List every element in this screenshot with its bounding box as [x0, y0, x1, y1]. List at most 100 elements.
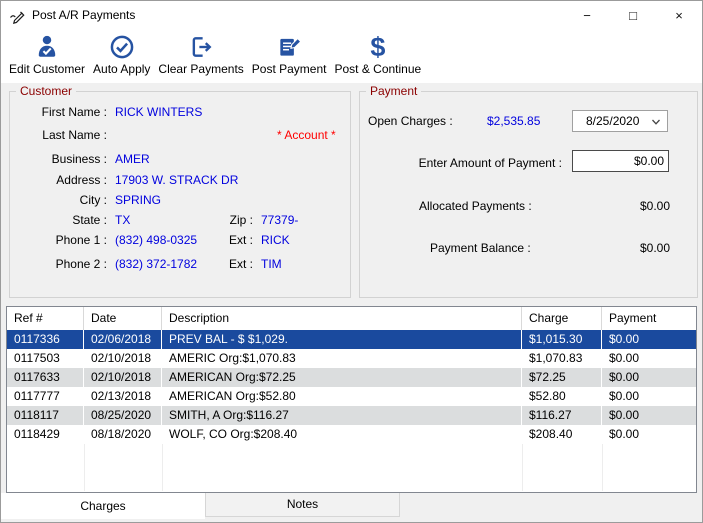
payment-cell: $0.00: [609, 332, 640, 346]
table-row[interactable]: 0117503 02/10/2018 AMERIC Org:$1,070.83 …: [7, 349, 696, 368]
ref-cell: 0117777: [7, 387, 84, 406]
minimize-button[interactable]: −: [564, 1, 610, 29]
column-header-description[interactable]: Description: [162, 307, 522, 330]
ext1-value: RICK: [261, 233, 290, 247]
charges-table: Ref # Date Description Charge Payment 01…: [6, 306, 697, 493]
allocated-payments-label: Allocated Payments :: [419, 199, 532, 213]
payment-amount-input[interactable]: [572, 150, 669, 172]
tab-charges[interactable]: Charges: [1, 493, 205, 519]
table-header: Ref # Date Description Charge Payment: [7, 307, 696, 330]
payment-cell: $0.00: [609, 389, 640, 403]
ext2-label: Ext :: [228, 257, 253, 271]
charge-cell: $116.27: [522, 406, 602, 425]
auto-apply-button[interactable]: Auto Apply: [89, 29, 154, 76]
date-cell: 08/25/2020: [84, 406, 162, 425]
last-name-label: Last Name :: [42, 128, 107, 142]
dollar-icon: $: [370, 32, 386, 62]
ref-cell: 0117503: [7, 349, 84, 368]
table-row[interactable]: 0117777 02/13/2018 AMERICAN Org:$52.80 $…: [7, 387, 696, 406]
date-cell: 02/10/2018: [84, 368, 162, 387]
maximize-button[interactable]: □: [610, 1, 656, 29]
phone2-label: Phone 2 :: [55, 257, 107, 271]
tool-label: Auto Apply: [93, 62, 151, 76]
close-button[interactable]: ×: [656, 1, 702, 29]
ref-cell: 0118117: [7, 406, 84, 425]
table-row[interactable]: 0118117 08/25/2020 SMITH, A Org:$116.27 …: [7, 406, 696, 425]
toolbar: Edit Customer Auto Apply Clear Payments: [1, 29, 702, 83]
state-value: TX: [115, 213, 131, 227]
table-row[interactable]: 0118429 08/18/2020 WOLF, CO Org:$208.40 …: [7, 425, 696, 444]
payment-balance-label: Payment Balance :: [430, 241, 531, 255]
clear-payments-button[interactable]: Clear Payments: [154, 29, 247, 76]
titlebar: Post A/R Payments − □ ×: [1, 1, 702, 29]
description-cell: AMERIC Org:$1,070.83: [162, 349, 522, 368]
payment-groupbox: Payment Open Charges : $2,535.85 8/25/20…: [359, 84, 698, 298]
tool-label: Clear Payments: [158, 62, 244, 76]
business-label: Business :: [51, 152, 107, 166]
post-and-continue-button[interactable]: $ Post & Continue: [330, 29, 425, 77]
table-row[interactable]: 0117633 02/10/2018 AMERICAN Org:$72.25 $…: [7, 368, 696, 387]
account-flag: * Account *: [277, 128, 336, 142]
column-header-ref[interactable]: Ref #: [7, 307, 84, 330]
description-cell: AMERICAN Org:$72.25: [162, 368, 522, 387]
payment-cell: $0.00: [609, 427, 640, 441]
description-cell: AMERICAN Org:$52.80: [162, 387, 522, 406]
payment-balance-value: $0.00: [639, 241, 670, 255]
charge-cell: $208.40: [522, 425, 602, 444]
enter-amount-label: Enter Amount of Payment :: [418, 156, 562, 170]
person-check-icon: [34, 33, 60, 61]
edit-customer-button[interactable]: Edit Customer: [5, 29, 89, 76]
allocated-payments-value: $0.00: [639, 199, 670, 213]
main-area: Customer First Name : RICK WINTERS Last …: [1, 83, 702, 522]
payment-cell: $0.00: [609, 370, 640, 384]
date-cell: 02/13/2018: [84, 387, 162, 406]
column-header-charge[interactable]: Charge: [522, 307, 602, 330]
first-name-value: RICK WINTERS: [115, 105, 203, 119]
first-name-label: First Name :: [41, 105, 107, 119]
payment-date-select[interactable]: 8/25/2020: [572, 110, 668, 132]
zip-label: Zip :: [229, 213, 253, 227]
city-value: SPRING: [115, 193, 162, 207]
open-charges-label: Open Charges :: [368, 114, 453, 128]
state-label: State :: [72, 213, 107, 227]
post-ar-payments-window: Post A/R Payments − □ × Edit Customer Au…: [0, 0, 703, 523]
customer-groupbox: Customer First Name : RICK WINTERS Last …: [9, 84, 351, 298]
column-header-date[interactable]: Date: [84, 307, 162, 330]
description-cell: WOLF, CO Org:$208.40: [162, 425, 522, 444]
payment-date-value: 8/25/2020: [586, 114, 640, 128]
ref-cell: 0117336: [7, 330, 84, 349]
address-value: 17903 W. STRACK DR: [115, 173, 239, 187]
zip-value: 77379-: [261, 213, 299, 227]
payment-cell: $0.00: [609, 351, 640, 365]
payment-cell: $0.00: [609, 408, 640, 422]
description-cell: PREV BAL - $ $1,029.: [162, 330, 522, 349]
phone1-label: Phone 1 :: [55, 233, 107, 247]
document-pencil-icon: [276, 33, 302, 61]
post-payment-button[interactable]: Post Payment: [248, 29, 331, 76]
address-label: Address :: [56, 173, 107, 187]
city-label: City :: [79, 193, 107, 207]
circle-check-icon: [109, 33, 135, 61]
phone2-value: (832) 372-1782: [115, 257, 198, 271]
tool-label: Post Payment: [251, 62, 327, 76]
charge-cell: $1,070.83: [522, 349, 602, 368]
charge-cell: $52.80: [522, 387, 602, 406]
charge-cell: $72.25: [522, 368, 602, 387]
tab-notes[interactable]: Notes: [205, 493, 400, 517]
tool-label: Post & Continue: [334, 62, 422, 76]
column-header-payment[interactable]: Payment: [602, 307, 696, 330]
ref-cell: 0117633: [7, 368, 84, 387]
charge-cell: $1,015.30: [522, 330, 602, 349]
app-icon: [9, 7, 26, 24]
payment-group-title: Payment: [366, 84, 422, 98]
window-controls: − □ ×: [564, 1, 702, 29]
table-row[interactable]: 0117336 02/06/2018 PREV BAL - $ $1,029. …: [7, 330, 696, 349]
date-cell: 02/10/2018: [84, 349, 162, 368]
date-cell: 02/06/2018: [84, 330, 162, 349]
business-value: AMER: [115, 152, 150, 166]
window-title: Post A/R Payments: [32, 8, 136, 22]
ext1-label: Ext :: [228, 233, 253, 247]
open-charges-value: $2,535.85: [487, 114, 541, 128]
customer-group-title: Customer: [16, 84, 77, 98]
ref-cell: 0118429: [7, 425, 84, 444]
